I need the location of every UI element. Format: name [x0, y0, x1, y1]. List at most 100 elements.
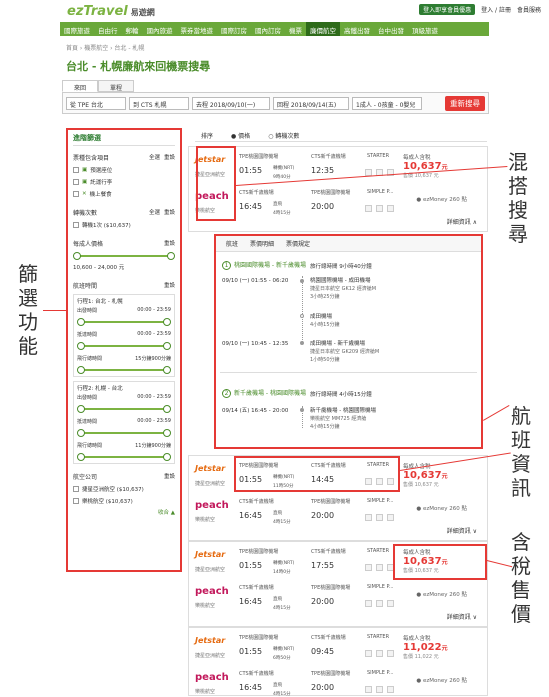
duration-slider[interactable] — [77, 453, 171, 461]
checkbox[interactable] — [73, 191, 79, 197]
passenger-field[interactable]: 1成人 - 0孩童 - 0嬰兒 — [352, 96, 422, 110]
fare-class: SIMPLE P... — [367, 498, 394, 504]
login-link[interactable]: 登入 / 註冊 — [481, 5, 511, 14]
reset-link[interactable]: 重設 — [164, 239, 175, 248]
slider-handle-min[interactable] — [73, 252, 81, 260]
callout-line — [483, 405, 510, 421]
sort-price[interactable]: ● 價格 — [231, 131, 250, 140]
nav-item[interactable]: 頂級旅遊 — [408, 22, 442, 36]
search-button[interactable]: 重新搜尋 — [445, 95, 485, 111]
checkbox[interactable] — [73, 222, 79, 228]
nav-item[interactable]: 國際旅遊 — [60, 22, 94, 36]
filter-checkbox-jetstar[interactable]: 捷星亞洲航空 ($10,637) — [73, 485, 175, 493]
checkbox[interactable] — [73, 498, 79, 504]
airline-name: 捷星亞洲航空 — [195, 653, 226, 659]
member-service-link[interactable]: 會員服務 — [517, 5, 541, 14]
nav-item[interactable]: 廉價航空 — [306, 22, 340, 36]
return-date-field[interactable]: 回程 2018/09/14(五) — [273, 96, 349, 110]
reset-link[interactable]: 重設 — [164, 153, 175, 162]
checkbox-label: 託運行李 — [90, 180, 113, 186]
filter-sidebar: 進階篩選 票種包含項目 全選 重設 ▣ 預選座位 ▣ 託運行李 ✕ 機上餐食 轉機次數 … — [66, 128, 182, 572]
tab-round-trip[interactable]: 來回 — [62, 80, 98, 92]
segment-2-header: 2 新千歲機場 - 桃園國際機場 — [222, 388, 306, 398]
reset-link[interactable]: 重設 — [164, 472, 175, 481]
airline-name: 樂桃航空 — [195, 603, 216, 609]
tab-fare-detail[interactable]: 票價明細 — [250, 239, 274, 248]
nav-item[interactable]: 郵輪 — [122, 22, 143, 36]
price-sub: 售價 11,022 元 — [403, 654, 439, 660]
reset-link[interactable]: 重設 — [164, 208, 175, 217]
arrive-time: 12:35 — [311, 166, 335, 175]
price-label: 每成人含稅 — [403, 155, 431, 161]
reset-link[interactable]: 重設 — [164, 281, 175, 290]
nav-item[interactable]: 票券當地遊 — [177, 22, 218, 36]
sort-transfers[interactable]: ○ 轉機次數 — [268, 131, 299, 140]
duration-slider[interactable] — [77, 366, 171, 374]
time-slider[interactable] — [77, 318, 171, 326]
to-airport: TPE桃園國際機場 — [311, 499, 351, 505]
select-all-link[interactable]: 全選 — [149, 208, 160, 217]
time-slider[interactable] — [77, 342, 171, 350]
checkbox[interactable] — [73, 167, 79, 173]
leg-route: 成田機場 - 新千歲機場 — [310, 341, 365, 347]
search-bar: 從 TPE 台北 到 CTS 札幌 去程 2018/09/10(一) 回程 20… — [62, 92, 489, 114]
detail-toggle[interactable]: 詳細資訊 ∨ — [447, 612, 477, 621]
collapse-link[interactable]: 收合 ▲ — [73, 508, 175, 516]
destination-field[interactable]: 到 CTS 札幌 — [129, 96, 189, 110]
leg-title: 行程2: 札幌 - 台北 — [77, 386, 123, 392]
nav-item[interactable]: 國內旅遊 — [143, 22, 177, 36]
depart-time: 01:55 — [239, 561, 263, 570]
ezmoney-points: ● ezMoney 260 點 — [416, 592, 467, 598]
arrive-time: 20:00 — [311, 202, 335, 211]
nav-item[interactable]: 國內訂房 — [251, 22, 285, 36]
nav-item[interactable]: 國際訂房 — [217, 22, 251, 36]
detail-toggle[interactable]: 詳細資訊 ∧ — [447, 217, 477, 226]
filter-checkbox-meal[interactable]: ✕ 機上餐食 — [73, 190, 175, 198]
seat-icon — [365, 205, 372, 212]
filter-checkbox-transfer[interactable]: 轉機1次 ($10,637) — [73, 221, 175, 229]
depart-time: 01:55 — [239, 647, 263, 656]
filter-checkbox-peach[interactable]: 樂桃航空 ($10,637) — [73, 497, 175, 505]
from-airport: CTS新千歲機場 — [239, 499, 274, 505]
luggage-icon — [376, 686, 383, 693]
via-label: 直飛 — [273, 683, 282, 688]
site-logo[interactable]: ezTravel 易遊網 — [67, 4, 155, 19]
fare-class: SIMPLE P... — [367, 670, 394, 676]
breadcrumb: 首頁 › 機票航空 › 台北 - 札幌 — [66, 45, 145, 52]
tab-flight[interactable]: 航班 — [226, 239, 238, 248]
filter-group-title: 轉機次數 — [73, 210, 98, 217]
filter-label: 飛行總時間 — [77, 356, 103, 362]
nav-item[interactable]: 台中出發 — [374, 22, 408, 36]
detail-toggle[interactable]: 詳細資訊 ∨ — [447, 526, 477, 535]
airline-logo: Jetstar — [195, 550, 226, 559]
select-all-link[interactable]: 全選 — [149, 153, 160, 162]
time-slider[interactable] — [77, 429, 171, 437]
checkbox[interactable] — [73, 179, 79, 185]
trip-type-tabs: 來回 單程 — [62, 80, 134, 92]
luggage-icon — [376, 514, 383, 521]
member-offer-button[interactable]: 登入即享會員優惠 — [419, 4, 476, 15]
via-label: 直飛 — [273, 511, 282, 516]
nav-item[interactable]: 高鐵出發 — [340, 22, 374, 36]
depart-date-field[interactable]: 去程 2018/09/10(一) — [192, 96, 270, 110]
airline-logo: peach — [195, 672, 229, 683]
nav-item[interactable]: 自由行 — [94, 22, 122, 36]
filter-checkbox-seat[interactable]: ▣ 預選座位 — [73, 166, 175, 174]
callout-filter: 篩選功能 — [18, 262, 38, 358]
filter-checkbox-baggage[interactable]: ▣ 託運行李 — [73, 178, 175, 186]
checkbox[interactable] — [73, 486, 79, 492]
checkbox-label: 轉機1次 ($10,637) — [82, 223, 131, 229]
time-slider[interactable] — [77, 405, 171, 413]
flight-info-highlight — [234, 456, 400, 492]
meal-icon — [387, 205, 394, 212]
tab-fare-rules[interactable]: 票價規定 — [286, 239, 310, 248]
nav-item[interactable]: 機票 — [285, 22, 306, 36]
result-card[interactable]: Jetstar 捷星亞洲航空 TPE桃園國際機場 CTS新千歲機場 01:55 … — [188, 627, 488, 697]
meal-icon: ✕ — [82, 191, 87, 197]
slider-handle-max[interactable] — [167, 252, 175, 260]
arrive-time: 20:00 — [311, 511, 335, 520]
tab-one-way[interactable]: 單程 — [98, 80, 134, 92]
price-slider[interactable] — [73, 252, 175, 260]
origin-field[interactable]: 從 TPE 台北 — [66, 96, 126, 110]
luggage-icon: ▣ — [82, 179, 88, 185]
